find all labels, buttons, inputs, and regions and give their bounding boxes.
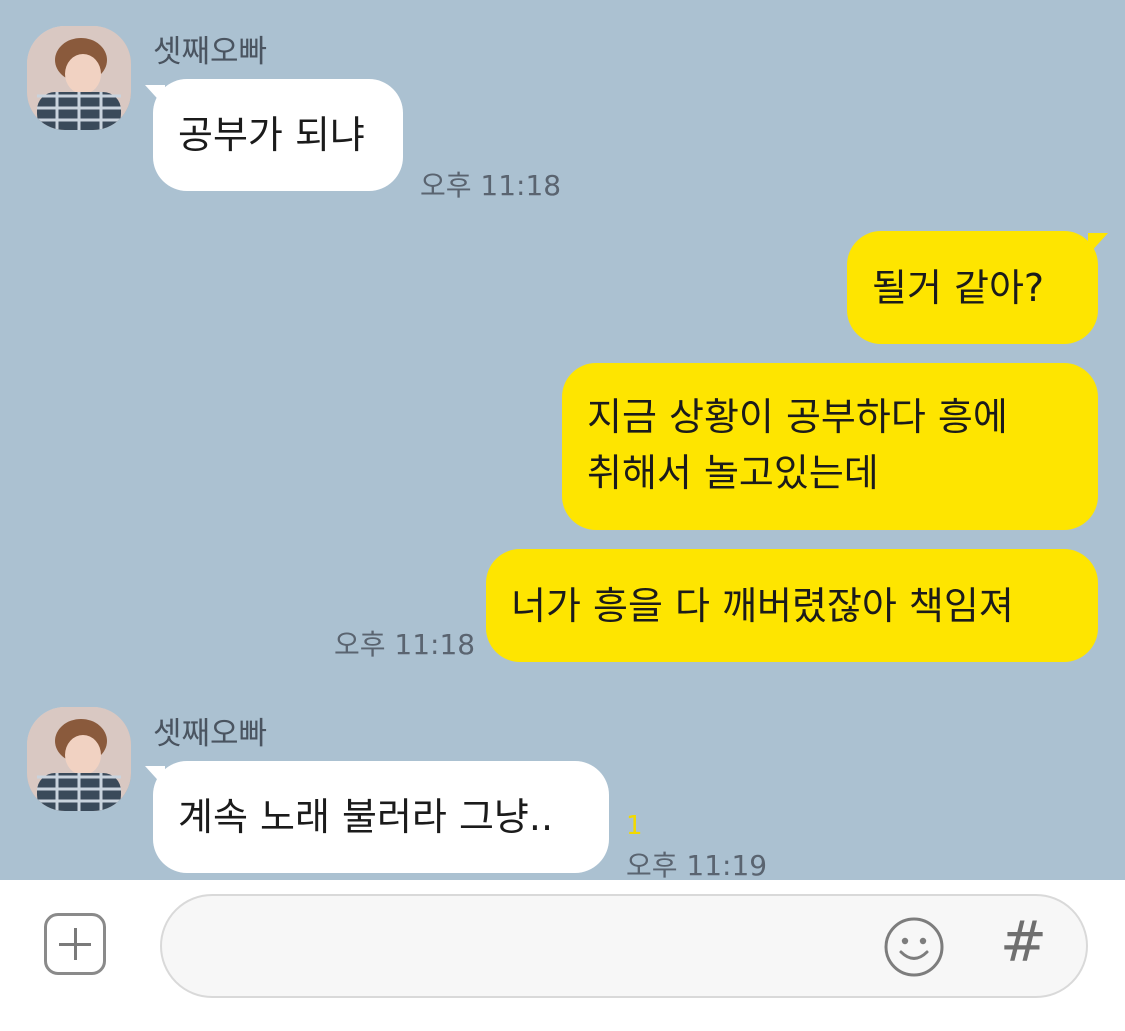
message-bubble-outgoing[interactable]: 너가 흥을 다 깨버렸잖아 책임져 (486, 549, 1098, 662)
unread-count: 1 (626, 811, 643, 841)
sender-name: 셋째오빠 (153, 716, 268, 752)
sender-name: 셋째오빠 (153, 34, 268, 70)
composer-bar: # (0, 880, 1125, 1031)
message-input[interactable] (160, 894, 1088, 998)
emoji-icon[interactable] (882, 915, 946, 979)
message-bubble-incoming[interactable]: 계속 노래 불러라 그냥.. (153, 761, 609, 873)
sender-avatar[interactable] (27, 26, 131, 130)
message-bubble-outgoing[interactable]: 지금 상황이 공부하다 흥에 취해서 놀고있는데 (562, 363, 1098, 530)
bubble-tail (1088, 233, 1108, 255)
sender-avatar[interactable] (27, 707, 131, 811)
message-bubble-incoming[interactable]: 공부가 되냐 (153, 79, 403, 191)
message-bubble-outgoing[interactable]: 될거 같아? (847, 231, 1098, 344)
message-time: 오후 11:19 (626, 849, 768, 880)
avatar-photo (27, 26, 131, 130)
avatar-photo (27, 707, 131, 811)
plus-icon[interactable] (44, 913, 106, 975)
chat-area[interactable]: 셋째오빠 공부가 되냐 오후 11:18 될거 같아? 지금 상황이 공부하다 … (0, 0, 1125, 880)
message-time: 오후 11:18 (420, 169, 562, 202)
hashtag-button[interactable]: # (1000, 910, 1047, 975)
message-time: 오후 11:18 (334, 628, 476, 661)
